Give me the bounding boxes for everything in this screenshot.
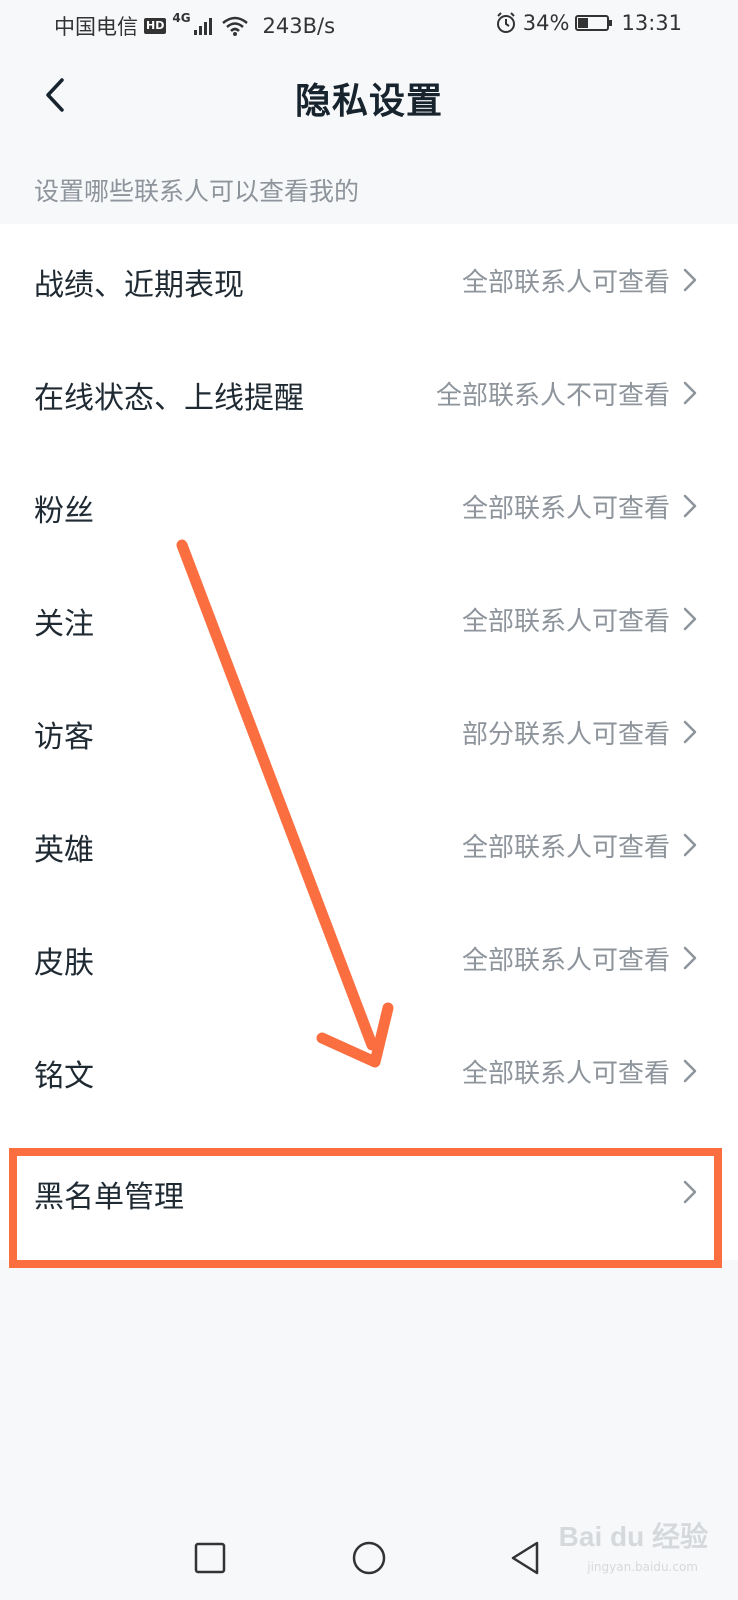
battery-icon [575,15,613,31]
row-value: 全部联系人可查看 [461,268,670,298]
row-label: 关注 [34,607,94,642]
row-online-status[interactable]: 在线状态、上线提醒 全部联系人不可查看 [0,337,738,451]
baidu-watermark-url: jingyan.baidu.com [587,1560,698,1574]
row-label: 铭文 [34,1059,94,1094]
section-header: 设置哪些联系人可以查看我的 [34,177,360,206]
row-visitors[interactable]: 访客 部分联系人可查看 [0,676,738,790]
alarm-icon [496,12,515,33]
row-battle-record[interactable]: 战绩、近期表现 全部联系人可查看 [0,224,738,338]
row-inscriptions[interactable]: 铭文 全部联系人可查看 [0,1015,738,1129]
nav-bar: 隐私设置 [0,50,738,142]
row-blacklist[interactable]: 黑名单管理 [0,1136,738,1250]
recent-apps-button[interactable] [194,1542,226,1574]
carrier-name: 中国电信 [54,15,138,39]
row-label: 黑名单管理 [34,1180,184,1215]
status-bar: 中国电信 HD 4G 243B/s 34% 13:31 [0,0,738,50]
row-label: 战绩、近期表现 [34,268,244,303]
page-title: 隐私设置 [294,81,443,122]
hd-badge: HD [144,18,167,34]
row-fans[interactable]: 粉丝 全部联系人可查看 [0,450,738,564]
row-label: 粉丝 [34,494,94,529]
battery-percent: 34% [522,11,570,35]
chevron-right-icon [683,1059,697,1083]
baidu-watermark: Bai du 经验 [558,1521,708,1552]
signal-icon [193,18,212,35]
row-label: 英雄 [34,833,94,868]
network-type: 4G [172,11,191,25]
row-label: 皮肤 [34,946,94,981]
row-value: 全部联系人可查看 [461,1059,670,1089]
chevron-right-icon [683,607,697,631]
home-button[interactable] [351,1540,387,1576]
row-label: 访客 [34,720,94,755]
chevron-right-icon [683,833,697,857]
chevron-right-icon [683,1180,697,1204]
row-value: 全部联系人可查看 [461,607,670,637]
chevron-right-icon [683,720,697,744]
row-value: 全部联系人不可查看 [435,381,670,411]
row-value: 全部联系人可查看 [461,494,670,524]
row-value: 全部联系人可查看 [461,833,670,863]
chevron-right-icon [683,268,697,292]
chevron-right-icon [683,381,697,405]
chevron-right-icon [683,494,697,518]
wifi-icon [221,16,248,36]
row-label: 在线状态、上线提醒 [34,381,304,416]
row-value: 全部联系人可查看 [461,946,670,976]
row-heroes[interactable]: 英雄 全部联系人可查看 [0,789,738,903]
privacy-settings-list: 战绩、近期表现 全部联系人可查看 在线状态、上线提醒 全部联系人不可查看 粉丝 … [0,224,738,1260]
status-right: 34% 13:31 [495,11,682,35]
chevron-right-icon [683,946,697,970]
row-skins[interactable]: 皮肤 全部联系人可查看 [0,902,738,1016]
status-left: 中国电信 HD 4G 243B/s [54,11,335,41]
battery-fill [578,18,589,28]
row-following[interactable]: 关注 全部联系人可查看 [0,563,738,677]
row-value: 部分联系人可查看 [461,720,670,750]
network-speed: 243B/s [262,14,336,38]
clock-time: 13:31 [621,11,682,35]
back-nav-button[interactable] [509,1540,541,1576]
